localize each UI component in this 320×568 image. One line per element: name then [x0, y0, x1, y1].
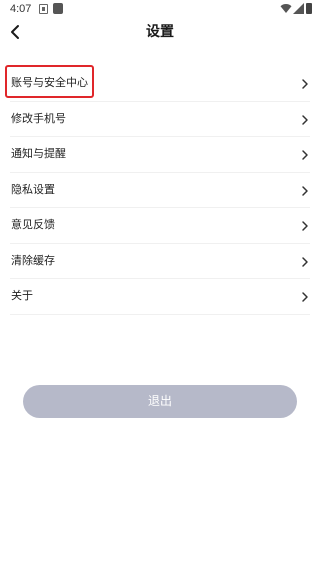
- chevron-right-icon: [302, 79, 308, 89]
- wifi-icon: [280, 4, 292, 13]
- menu-item-clear-cache[interactable]: 清除缓存: [10, 244, 310, 279]
- app-notification-icon: [53, 3, 63, 14]
- menu-item-label: 修改手机号: [11, 111, 66, 125]
- settings-menu: 账号与安全中心 修改手机号 通知与提醒 隐私设置 意见反馈 清除缓存 关于: [0, 66, 320, 315]
- menu-item-change-phone[interactable]: 修改手机号: [10, 102, 310, 137]
- menu-item-notifications[interactable]: 通知与提醒: [10, 137, 310, 173]
- chevron-right-icon: [302, 221, 308, 231]
- notification-icon: [39, 4, 48, 14]
- menu-item-label: 关于: [11, 289, 33, 302]
- status-time: 4:07: [10, 3, 32, 15]
- menu-item-label: 意见反馈: [11, 218, 55, 231]
- menu-item-label: 账号与安全中心: [11, 76, 88, 89]
- menu-item-label: 隐私设置: [11, 182, 55, 196]
- battery-icon: [306, 3, 312, 14]
- chevron-right-icon: [302, 256, 308, 267]
- menu-item-about[interactable]: 关于: [10, 279, 310, 315]
- menu-item-privacy[interactable]: 隐私设置: [10, 173, 310, 208]
- signal-icon: [293, 3, 304, 14]
- menu-item-account-security[interactable]: 账号与安全中心: [10, 66, 310, 102]
- menu-item-label: 清除缓存: [11, 253, 55, 267]
- logout-button[interactable]: 退出: [23, 385, 297, 418]
- chevron-right-icon: [302, 185, 308, 196]
- chevron-right-icon: [302, 292, 308, 302]
- chevron-right-icon: [302, 150, 308, 160]
- menu-item-label: 通知与提醒: [11, 147, 66, 160]
- header: 设置: [0, 20, 320, 46]
- menu-item-feedback[interactable]: 意见反馈: [10, 208, 310, 244]
- page-title: 设置: [146, 24, 174, 40]
- status-bar: 4:07: [0, 0, 320, 20]
- status-indicators: [272, 3, 312, 15]
- chevron-right-icon: [302, 114, 308, 125]
